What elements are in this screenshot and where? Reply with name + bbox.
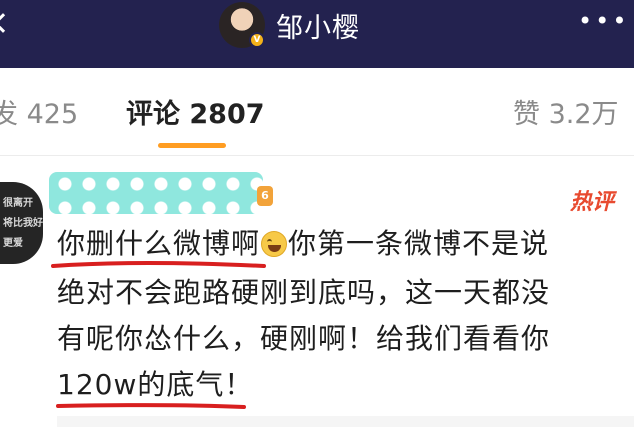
- top-nav-bar: V 邹小樱 •••: [0, 0, 634, 68]
- reply-preview-box[interactable]: [57, 416, 634, 427]
- comment-text-line-1: 你删什么微博啊 你第一条微博不是说: [57, 222, 549, 262]
- avatar-text-2: 将比我好: [3, 218, 43, 229]
- back-icon[interactable]: [0, 13, 13, 33]
- comment-text-segment: 你第一条微博不是说: [288, 227, 550, 260]
- active-tab-indicator: [158, 143, 226, 148]
- avatar-text-1: 很离开: [3, 198, 33, 209]
- red-underline-2: [56, 403, 246, 409]
- tab-reposts[interactable]: 发 425: [0, 92, 78, 131]
- comment-text-line-4: 120w的底气！: [57, 368, 254, 401]
- avatar-text-3: 更爱: [3, 238, 23, 249]
- more-options-icon[interactable]: •••: [578, 7, 629, 35]
- comment-text-line-3: 有呢你怂什么，硬刚啊！给我们看看你: [57, 322, 551, 355]
- tab-likes[interactable]: 赞 3.2万: [513, 92, 619, 131]
- verified-icon: V: [249, 32, 265, 48]
- tab-comments[interactable]: 评论 2807: [126, 92, 265, 131]
- username-title[interactable]: 邹小樱: [276, 6, 360, 45]
- red-underline-1: [51, 261, 266, 268]
- commenter-avatar[interactable]: 很离开 将比我好 更爱: [0, 182, 43, 264]
- hot-comment-badge: 热评: [570, 190, 615, 215]
- commenter-name-redacted[interactable]: [49, 172, 263, 214]
- comment-text-segment: 你删什么微博啊: [57, 227, 261, 260]
- laughing-tears-icon: [261, 231, 288, 257]
- user-level-badge: 6: [257, 186, 273, 206]
- comment-text-line-2: 绝对不会跑路硬刚到底吗，这一天都没: [57, 276, 551, 309]
